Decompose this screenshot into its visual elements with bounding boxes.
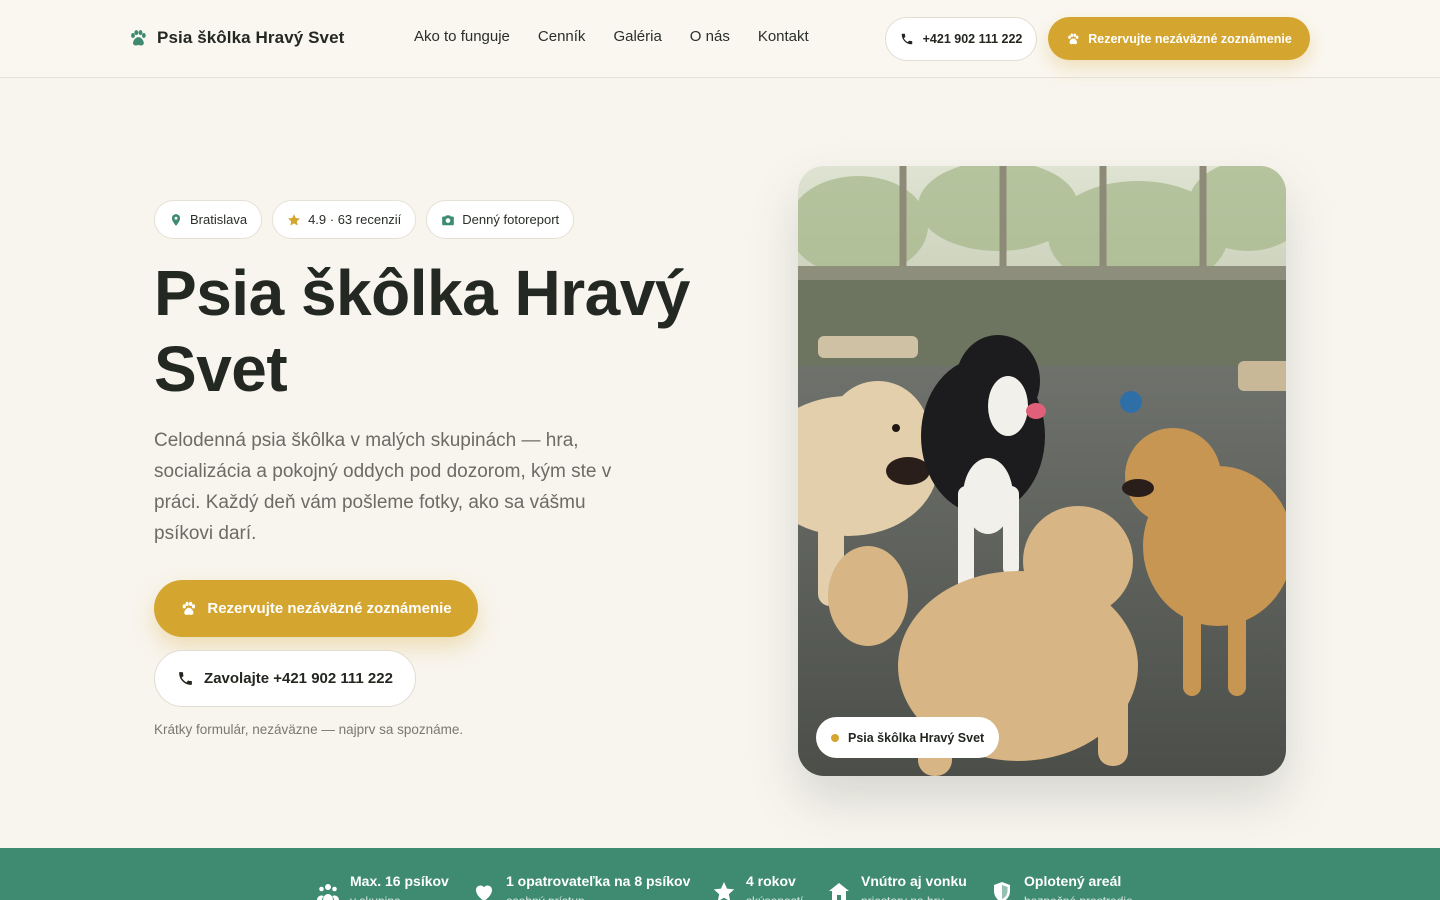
hero-call-button[interactable]: Zavolajte +421 902 111 222 bbox=[154, 650, 416, 707]
paw-icon bbox=[131, 30, 146, 46]
location-badge: Bratislava bbox=[154, 200, 263, 239]
caption-dot bbox=[831, 733, 839, 742]
photo-report-badge: Denný fotoreport bbox=[426, 200, 575, 239]
header-phone-button[interactable]: +421 902 111 222 bbox=[885, 17, 1037, 61]
feature-group-size: Max. 16 psíkov v skupine bbox=[316, 872, 449, 900]
nav-link-about[interactable]: O nás bbox=[690, 28, 730, 45]
feature-indoor-outdoor-title: Vnútro aj vonku bbox=[861, 873, 967, 889]
rating-badge: 4.9 · 63 recenzií bbox=[272, 200, 417, 239]
nav-link-how-it-works[interactable]: Ako to funguje bbox=[414, 28, 510, 45]
nav-link-contact[interactable]: Kontakt bbox=[758, 28, 809, 45]
paw-icon bbox=[182, 601, 196, 615]
dogs-playing-illustration bbox=[798, 166, 1286, 776]
photo-caption-label: Psia škôlka Hravý Svet bbox=[848, 730, 985, 745]
heart-icon bbox=[476, 885, 492, 900]
location-badge-label: Bratislava bbox=[190, 212, 248, 227]
paw-icon bbox=[1068, 32, 1079, 44]
hero-reserve-label: Rezervujte nezáväzné zoznámenie bbox=[207, 600, 452, 617]
header-reserve-label: Rezervujte nezáväzné zoznámenie bbox=[1088, 31, 1292, 46]
feature-group-size-title: Max. 16 psíkov bbox=[350, 873, 449, 889]
photo-caption: Psia škôlka Hravý Svet bbox=[816, 717, 1000, 758]
rating-badge-label: 4.9 · 63 recenzií bbox=[308, 212, 402, 227]
header-reserve-button[interactable]: Rezervujte nezáväzné zoznámenie bbox=[1048, 17, 1310, 60]
phone-icon bbox=[179, 672, 192, 685]
phone-icon bbox=[901, 33, 912, 45]
hero-badges: Bratislava 4.9 · 63 recenzií Denný fotor… bbox=[154, 200, 575, 239]
nav-link-pricing[interactable]: Cenník bbox=[538, 28, 586, 45]
feature-caretaker-ratio-title: 1 opatrovateľka na 8 psíkov bbox=[506, 873, 691, 889]
nav-link-gallery[interactable]: Galéria bbox=[613, 28, 661, 45]
feature-experience-sub: skúseností bbox=[746, 890, 803, 900]
hero-call-label: Zavolajte +421 902 111 222 bbox=[204, 670, 393, 687]
feature-caretaker-ratio: 1 opatrovateľka na 8 psíkov osobný príst… bbox=[472, 872, 690, 900]
main-nav: Ako to funguje Cenník Galéria O nás Kont… bbox=[414, 28, 809, 45]
feature-group-size-sub: v skupine bbox=[350, 890, 449, 900]
header-phone-label: +421 902 111 222 bbox=[922, 32, 1023, 46]
group-icon bbox=[317, 884, 339, 900]
hero-title: Psia škôlka Hravý Svet bbox=[154, 257, 690, 405]
feature-strip: Max. 16 psíkov v skupine 1 opatrovateľka… bbox=[0, 848, 1440, 900]
camera-icon bbox=[442, 214, 455, 225]
hero-description: Celodenná psia škôlka v malých skupinách… bbox=[154, 430, 612, 544]
map-pin-icon bbox=[171, 213, 181, 226]
feature-fenced-area-title: Oplotený areál bbox=[1024, 873, 1122, 889]
house-icon bbox=[829, 883, 849, 900]
photo-report-badge-label: Denný fotoreport bbox=[462, 212, 560, 227]
star-icon bbox=[713, 882, 735, 900]
hero-fine-print: Krátky formulár, nezáväzne — najprv sa s… bbox=[154, 722, 464, 737]
feature-indoor-outdoor: Vnútro aj vonku priestory na hru bbox=[827, 872, 967, 900]
hero-reserve-button[interactable]: Rezervujte nezáväzné zoznámenie bbox=[154, 580, 478, 637]
brand-name: Psia škôlka Hravý Svet bbox=[157, 28, 345, 47]
feature-experience: 4 rokov skúseností bbox=[712, 872, 803, 900]
brand-logo-link[interactable]: Psia škôlka Hravý Svet bbox=[128, 26, 344, 50]
star-icon bbox=[288, 213, 301, 225]
feature-experience-title: 4 rokov bbox=[746, 873, 796, 889]
feature-caretaker-ratio-sub: osobný prístup bbox=[506, 890, 690, 900]
shield-icon bbox=[994, 882, 1010, 900]
site-header: Psia škôlka Hravý Svet Ako to funguje Ce… bbox=[0, 0, 1440, 78]
feature-fenced-area: Oplotený areál bezpečné prostredie bbox=[990, 872, 1133, 900]
hero-photo: Psia škôlka Hravý Svet bbox=[798, 166, 1286, 776]
feature-fenced-area-sub: bezpečné prostredie bbox=[1024, 890, 1133, 900]
feature-indoor-outdoor-sub: priestory na hru bbox=[861, 890, 967, 900]
